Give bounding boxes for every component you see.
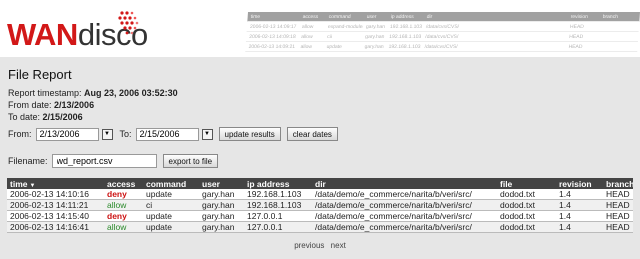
cell-time: 2006-02-13 14:15:40	[10, 211, 89, 221]
table-row: 2006-02-13 14:10:16 deny update gary.han…	[7, 189, 633, 200]
filename-label: Filename:	[8, 156, 48, 166]
logo-dots-icon	[118, 11, 139, 35]
cell-dir: /data/demo/e_commerce/narita/b/veri/src/	[315, 222, 472, 232]
header-decorative-table: time access command user ip address dir …	[245, 12, 640, 55]
cell-access: deny	[107, 211, 127, 221]
timestamp-value: Aug 23, 2006 03:52:30	[84, 88, 178, 98]
cell-ip: 192.168.1.103	[247, 200, 302, 210]
to-date-value: 2/15/2006	[42, 112, 83, 122]
cell-revision: 1.4	[559, 222, 571, 232]
chevron-down-icon: ▼	[104, 131, 110, 137]
pagination: previous next	[0, 241, 640, 250]
cell-branch: HEAD	[606, 211, 630, 221]
timestamp-label: Report timestamp:	[8, 88, 82, 98]
from-date-value: 2/13/2006	[54, 100, 95, 110]
cell-user: gary.han	[202, 189, 235, 199]
cell-revision: 1.4	[559, 200, 571, 210]
column-header-user[interactable]: user	[199, 179, 244, 189]
cell-ip: 127.0.0.1	[247, 222, 283, 232]
update-results-button[interactable]: update results	[218, 127, 281, 141]
cell-time: 2006-02-13 14:10:16	[10, 189, 89, 199]
to-date-label: To date:	[8, 112, 41, 122]
column-header-dir[interactable]: dir	[312, 179, 497, 189]
column-header-ip-address[interactable]: ip address	[244, 179, 312, 189]
table-row: 2006-02-13 14:11:21 allow ci gary.han 19…	[7, 200, 633, 211]
cell-ip: 127.0.0.1	[247, 211, 283, 221]
to-date-dropdown-button[interactable]: ▼	[201, 128, 213, 140]
cell-file: dodod.txt	[500, 211, 535, 221]
logo-wan: WAN	[7, 17, 78, 52]
report-to-date: To date: 2/15/2006	[8, 112, 83, 122]
report-table: time ▼ access command user ip address dir…	[7, 178, 633, 233]
cell-file: dodod.txt	[500, 200, 535, 210]
column-header-command[interactable]: command	[143, 179, 199, 189]
cell-branch: HEAD	[606, 222, 630, 232]
page-title: File Report	[8, 67, 72, 82]
cell-command: ci	[146, 200, 153, 210]
export-bar: Filename: export to file	[8, 154, 219, 168]
column-header-revision[interactable]: revision	[556, 179, 603, 189]
filename-input[interactable]	[51, 154, 157, 168]
cell-user: gary.han	[202, 211, 235, 221]
table-header-row: time ▼ access command user ip address dir…	[7, 178, 633, 189]
cell-dir: /data/demo/e_commerce/narita/b/veri/src/	[315, 189, 472, 199]
cell-access: deny	[107, 189, 127, 199]
date-filter-bar: From: ▼ To: ▼ update results clear dates	[8, 127, 338, 141]
ghost-row: 2006-02-13 14:09:18 allow cii gary.han 1…	[245, 32, 639, 42]
table-row: 2006-02-13 14:15:40 deny update gary.han…	[7, 211, 633, 222]
filter-from-label: From:	[8, 129, 32, 139]
column-header-time[interactable]: time ▼	[7, 179, 104, 189]
report-from-date: From date: 2/13/2006	[8, 100, 94, 110]
report-timestamp: Report timestamp: Aug 23, 2006 03:52:30	[8, 88, 178, 98]
cell-file: dodod.txt	[500, 189, 535, 199]
ghost-row: 2006-02-13 14:09:17 allow expand-modules…	[246, 22, 640, 32]
table-row: 2006-02-13 14:16:41 allow update gary.ha…	[7, 222, 633, 233]
header: WAN disco time access command user ip add…	[0, 0, 640, 55]
chevron-down-icon: ▼	[204, 131, 210, 137]
ghost-row: 2006-02-13 14:09:21 allow update gary.ha…	[245, 42, 638, 52]
column-header-access[interactable]: access	[104, 179, 143, 189]
cell-user: gary.han	[202, 222, 235, 232]
export-to-file-button[interactable]: export to file	[162, 154, 219, 168]
cell-dir: /data/demo/e_commerce/narita/b/veri/src/	[315, 211, 472, 221]
cell-access: allow	[107, 200, 127, 210]
ghost-header-row: time access command user ip address dir …	[247, 12, 640, 22]
cell-file: dodod.txt	[500, 222, 535, 232]
from-date-dropdown-button[interactable]: ▼	[101, 128, 113, 140]
cell-branch: HEAD	[606, 200, 630, 210]
column-header-branch[interactable]: branch	[603, 179, 633, 189]
cell-command: update	[146, 189, 172, 199]
cell-dir: /data/demo/e_commerce/narita/b/veri/src/	[315, 200, 472, 210]
next-page-link[interactable]: next	[331, 241, 346, 250]
from-date-input[interactable]	[35, 127, 99, 141]
cell-revision: 1.4	[559, 211, 571, 221]
previous-page-link[interactable]: previous	[294, 241, 324, 250]
cell-time: 2006-02-13 14:16:41	[10, 222, 89, 232]
cell-time: 2006-02-13 14:11:21	[10, 200, 89, 210]
filter-to-label: To:	[119, 129, 132, 139]
cell-branch: HEAD	[606, 189, 630, 199]
cell-ip: 192.168.1.103	[247, 189, 302, 199]
table-body: 2006-02-13 14:10:16 deny update gary.han…	[7, 189, 633, 233]
cell-command: update	[146, 211, 172, 221]
to-date-input[interactable]	[135, 127, 199, 141]
column-header-file[interactable]: file	[497, 179, 556, 189]
cell-access: allow	[107, 222, 127, 232]
cell-user: gary.han	[202, 200, 235, 210]
sort-desc-icon: ▼	[29, 182, 36, 189]
clear-dates-button[interactable]: clear dates	[286, 127, 338, 141]
cell-revision: 1.4	[559, 189, 571, 199]
from-date-label: From date:	[8, 100, 52, 110]
report-panel: File Report Report timestamp: Aug 23, 20…	[0, 57, 640, 259]
cell-command: update	[146, 222, 172, 232]
